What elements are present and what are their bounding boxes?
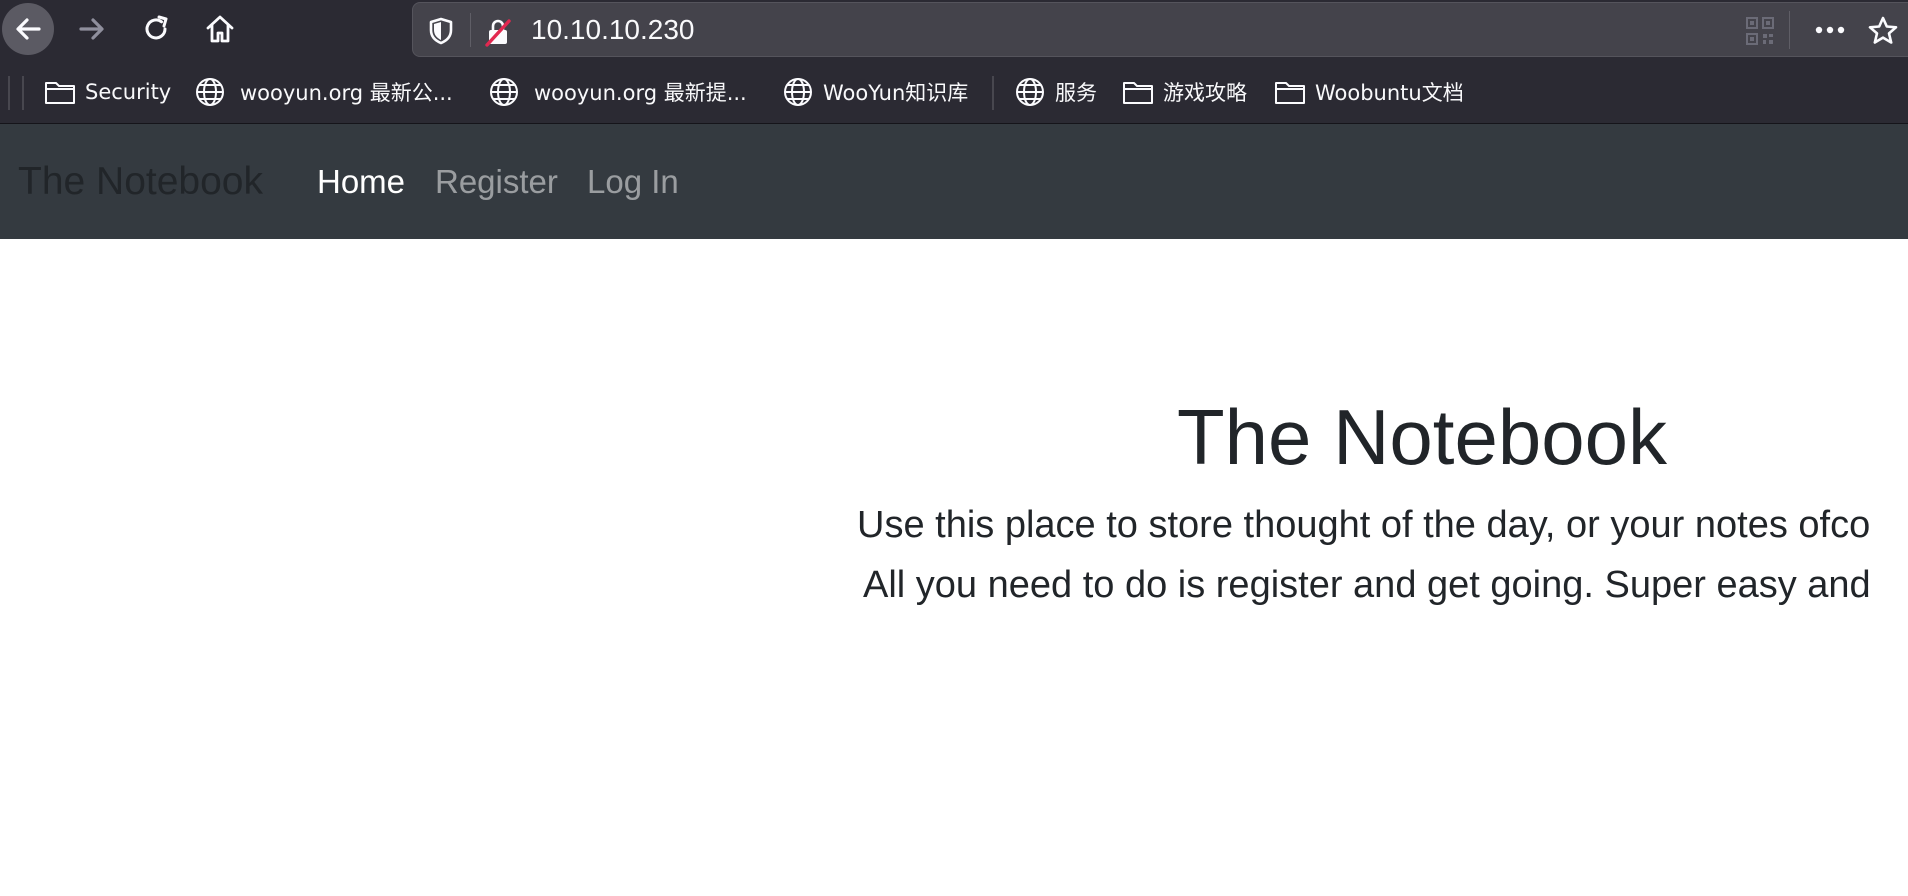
nav-link-register[interactable]: Register: [435, 162, 558, 202]
arrow-right-icon: [79, 18, 104, 40]
hero-title: The Notebook: [1177, 393, 1667, 481]
bookmark-item-security[interactable]: Security: [44, 60, 171, 124]
bookmark-item-wooyun-kb[interactable]: WooYun知识库: [782, 60, 968, 124]
arrow-left-icon: [16, 18, 41, 40]
reload-button[interactable]: [130, 3, 182, 55]
bookmark-item-services[interactable]: 服务: [1014, 60, 1097, 124]
forward-button[interactable]: [66, 3, 118, 55]
browser-toolbar: 10.10.10.230: [0, 0, 1908, 60]
bookmarks-divider: [22, 76, 24, 110]
bookmark-label: WooYun知识库: [823, 81, 969, 105]
folder-icon: [1275, 82, 1305, 104]
hero-description-line-2: All you need to do is register and get g…: [863, 564, 1871, 606]
bookmarks-divider: [8, 76, 10, 110]
folder-icon: [1123, 82, 1153, 104]
bookmark-item-game-guides[interactable]: 游戏攻略: [1122, 60, 1247, 124]
brand-link[interactable]: The Notebook: [18, 160, 263, 204]
bookmark-label: Woobuntu文档: [1315, 81, 1464, 105]
bookmark-label: Security: [85, 80, 172, 104]
address-bar[interactable]: 10.10.10.230: [412, 2, 1908, 57]
home-icon: [206, 15, 234, 43]
bookmark-label: 服务: [1055, 81, 1097, 105]
bookmark-label: wooyun.org 最新公...: [240, 81, 453, 105]
globe-icon: [490, 78, 518, 106]
insecure-lock-icon[interactable]: [483, 17, 513, 51]
nav-link-login[interactable]: Log In: [587, 162, 679, 202]
bookmarks-divider: [992, 76, 994, 110]
url-text[interactable]: 10.10.10.230: [531, 14, 695, 46]
bookmark-label: 游戏攻略: [1163, 81, 1247, 105]
bookmark-label: wooyun.org 最新提...: [534, 81, 747, 105]
folder-icon: [45, 82, 75, 104]
bookmark-item-wooyun-1[interactable]: wooyun.org 最新公...: [194, 60, 453, 124]
globe-icon: [784, 78, 812, 106]
urlbar-divider: [1789, 11, 1790, 49]
globe-icon: [196, 78, 224, 106]
bookmark-star-icon[interactable]: [1867, 15, 1899, 51]
urlbar-divider: [470, 13, 471, 47]
bookmarks-toolbar: Security wooyun.org 最新公... wooyun.org 最新…: [0, 60, 1908, 124]
nav-link-home[interactable]: Home: [317, 162, 405, 202]
bookmark-item-woobuntu-docs[interactable]: Woobuntu文档: [1274, 60, 1464, 124]
home-button[interactable]: [194, 3, 246, 55]
globe-icon: [1016, 78, 1044, 106]
qr-code-icon[interactable]: [1745, 16, 1775, 50]
tracking-shield-icon[interactable]: [427, 16, 455, 50]
back-button[interactable]: [2, 3, 54, 55]
bookmark-item-wooyun-2[interactable]: wooyun.org 最新提...: [488, 60, 747, 124]
reload-icon: [145, 15, 168, 40]
hero-description-line-1: Use this place to store thought of the d…: [857, 504, 1871, 546]
site-navbar: The Notebook Home Register Log In: [0, 124, 1908, 239]
more-dots-icon[interactable]: [1813, 17, 1847, 47]
